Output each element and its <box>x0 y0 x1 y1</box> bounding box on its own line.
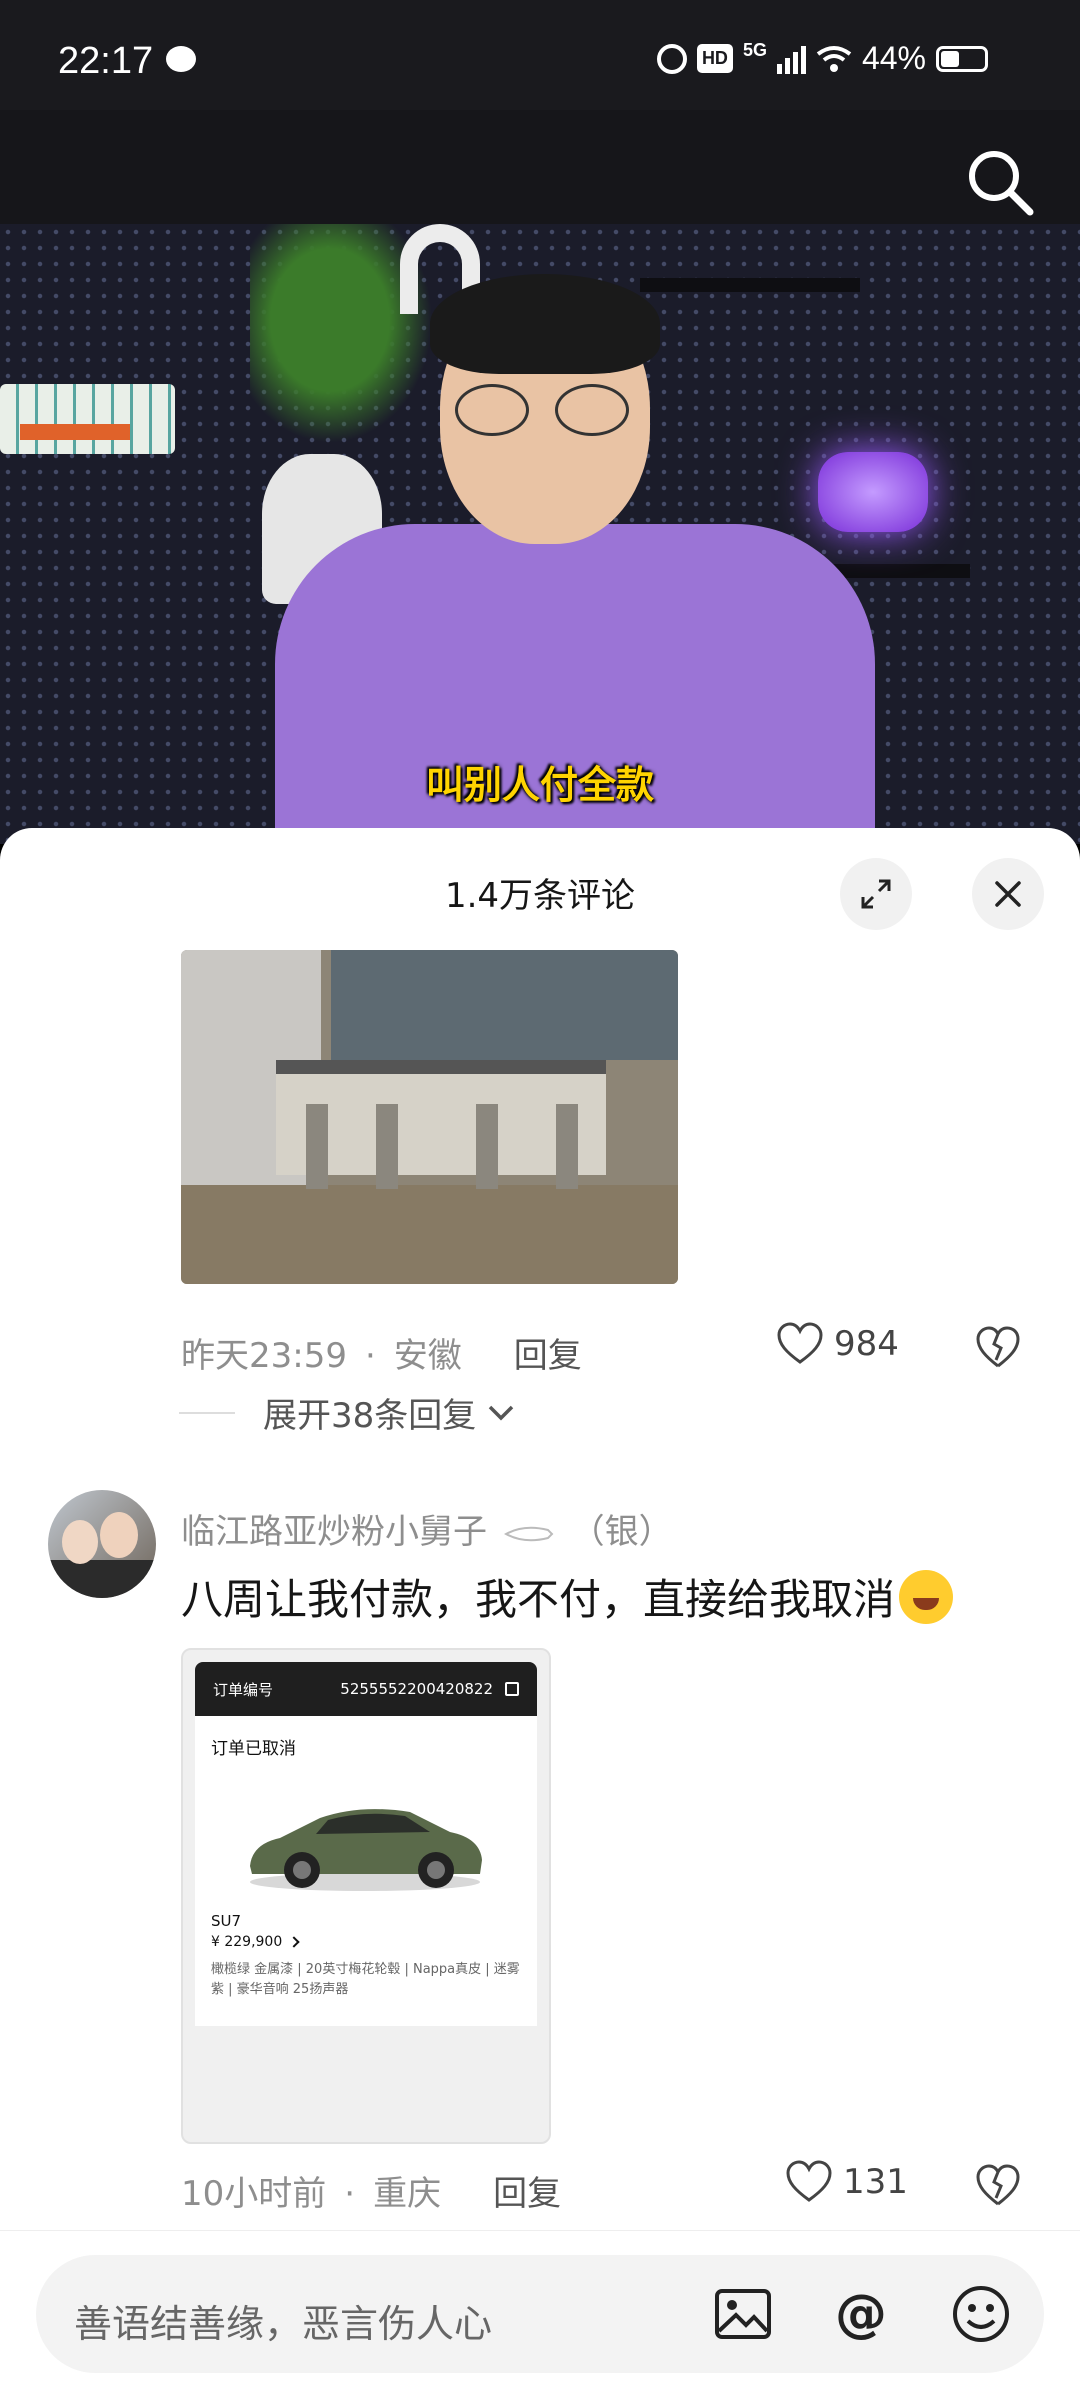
video-shelf <box>640 278 860 292</box>
like-button[interactable]: 131 <box>785 2160 908 2204</box>
comment-text: 八周让我付款，我不付，直接给我取消 <box>181 1575 896 1624</box>
comment-input-bar: 善语结善缘，恶言伤人心 @ <box>0 2230 1080 2400</box>
message-notification-icon <box>166 46 196 72</box>
expand-icon <box>861 879 891 909</box>
video-keyboard <box>0 384 175 454</box>
close-icon <box>995 881 1021 907</box>
order-model: SU7 <box>211 1912 242 1930</box>
expand-panel-button[interactable] <box>840 858 912 930</box>
like-count: 984 <box>834 1324 899 1364</box>
image-icon[interactable] <box>712 2283 774 2345</box>
order-price-value: ¥ 229,900 <box>211 1934 283 1950</box>
wifi-icon <box>816 45 852 72</box>
like-count: 131 <box>843 2162 908 2202</box>
comments-count-title: 1.4万条评论 <box>444 876 636 916</box>
expand-replies-button[interactable]: 展开38条回复 <box>179 1388 516 1437</box>
car-image <box>250 1809 482 1891</box>
like-button[interactable]: 984 <box>776 1322 899 1366</box>
comment-meta: 昨天23:59 · 安徽 回复 <box>181 1328 582 1377</box>
mention-icon[interactable]: @ <box>830 2283 892 2345</box>
comment-timestamp: 昨天23:59 <box>181 1336 347 1376</box>
order-status: 订单已取消 <box>211 1739 296 1759</box>
heart-icon <box>777 1322 823 1364</box>
meta-separator: · <box>344 2174 356 2214</box>
comment-timestamp: 10小时前 <box>181 2174 327 2214</box>
search-icon[interactable] <box>964 146 1038 220</box>
order-price: ¥ 229,900 <box>211 1934 300 1950</box>
comment-image-order[interactable]: 订单编号 5255552200420822 订单已取消 SU7 ¥ 229,90… <box>181 1648 551 2144</box>
order-body: 订单已取消 SU7 ¥ 229,900 橄榄绿 金属漆 | 20英寸梅花轮毂 |… <box>195 1716 537 2026</box>
comment-meta: 10小时前 · 重庆 回复 <box>181 2166 561 2215</box>
reply-button[interactable]: 回复 <box>514 1336 582 1376</box>
video-subtitle: 叫别人付全款 <box>425 763 654 807</box>
comment-input-placeholder: 善语结善缘，恶言伤人心 <box>74 2302 493 2346</box>
comment-username[interactable]: 临江路亚炒粉小舅子 （银） <box>181 1504 673 1553</box>
video-person-hair <box>430 274 660 374</box>
emoji-icon[interactable] <box>950 2283 1012 2345</box>
alarm-icon <box>656 43 687 74</box>
expand-replies-label: 展开38条回复 <box>263 1396 477 1436</box>
fan-badge-icon <box>503 1526 554 1541</box>
copy-icon <box>505 1682 519 1696</box>
video-player[interactable]: 叫别人付全款 <box>0 224 1080 844</box>
video-gamepad-lamp <box>818 452 928 532</box>
status-time: 22:17 <box>58 40 154 82</box>
username-text: 临江路亚炒粉小舅子 <box>181 1512 487 1552</box>
comment-location: 安徽 <box>393 1336 462 1376</box>
reply-button[interactable]: 回复 <box>493 2174 561 2214</box>
fan-level-badge: （银） <box>570 1512 673 1552</box>
hd-badge: HD <box>696 44 733 73</box>
comment-location: 重庆 <box>373 2174 442 2214</box>
comments-panel: 1.4万条评论 昨天23:59 · 安徽 回复 984 展开38条回复 临江路亚炒粉 <box>0 828 1080 2400</box>
chevron-down-icon <box>489 1405 514 1420</box>
video-top-bar <box>0 110 1080 224</box>
meta-separator: · <box>364 1336 376 1376</box>
broken-heart-icon[interactable] <box>975 2164 1021 2208</box>
avatar[interactable] <box>48 1490 156 1598</box>
signal-icon <box>776 44 806 74</box>
video-person-glasses <box>455 384 635 436</box>
status-bar: 22:17 HD 5G 44% <box>0 0 1080 110</box>
order-number: 5255552200420822 <box>340 1680 493 1698</box>
order-number-label: 订单编号 <box>213 1680 274 1699</box>
order-header: 订单编号 5255552200420822 <box>195 1662 537 1716</box>
heart-icon <box>786 2160 832 2202</box>
order-spec: 橄榄绿 金属漆 | 20英寸梅花轮毂 | Nappa真皮 | 迷雾紫 | 豪华音… <box>211 1962 520 1997</box>
comment-body: 八周让我付款，我不付，直接给我取消 <box>181 1566 954 1627</box>
battery-icon <box>936 45 988 72</box>
laughing-emoji-icon <box>899 1570 954 1624</box>
network-label: 5G <box>742 40 767 60</box>
close-panel-button[interactable] <box>972 858 1044 930</box>
battery-percent: 44% <box>861 40 926 76</box>
svg-text:@: @ <box>835 2284 887 2344</box>
divider-line <box>179 1411 235 1414</box>
chevron-right-icon <box>288 1936 300 1948</box>
comment-image-gate[interactable] <box>181 950 678 1284</box>
comment-input[interactable]: 善语结善缘，恶言伤人心 @ <box>36 2255 1044 2373</box>
broken-heart-icon[interactable] <box>975 1326 1021 1370</box>
status-indicators: HD 5G 44% <box>656 40 988 77</box>
